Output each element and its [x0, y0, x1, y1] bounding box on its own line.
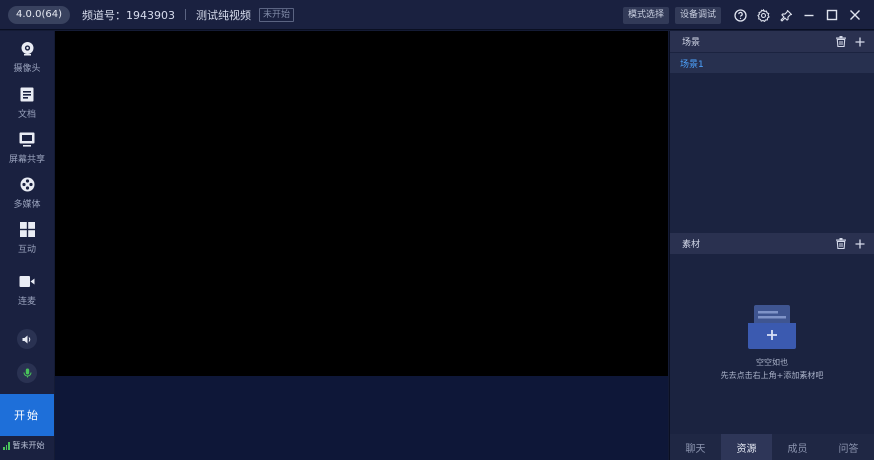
title-bar-actions: 模式选择 设备调试	[617, 0, 866, 30]
right-panel: 场景 场景1 素材 空空如也 先去点击右上角+添加素材吧 聊天 资源 成员 问答	[669, 31, 874, 460]
add-scene-plus-icon[interactable]	[855, 37, 865, 47]
scene-panel-actions	[827, 31, 865, 52]
tab-chat[interactable]: 聊天	[670, 434, 721, 460]
channel-number: 频道号：1943903	[81, 8, 175, 22]
mode-select-button[interactable]: 模式选择	[622, 6, 669, 24]
sidebar-item-co-host[interactable]: 连麦	[0, 268, 54, 312]
minimize-icon[interactable]	[798, 4, 820, 26]
microphone-button[interactable]	[17, 363, 37, 383]
close-icon[interactable]	[844, 4, 866, 26]
title-separator	[184, 9, 186, 20]
version-badge: 4.0.0(64)	[8, 5, 70, 24]
sidebar-item-document[interactable]: 文档	[0, 81, 54, 125]
settings-gear-icon[interactable]	[752, 4, 774, 26]
material-panel-header: 素材	[670, 233, 874, 254]
sidebar-item-multimedia[interactable]: 多媒体	[0, 171, 54, 215]
help-icon[interactable]	[729, 4, 751, 26]
tab-members[interactable]: 成员	[772, 434, 823, 460]
video-call-icon	[19, 273, 35, 289]
left-sidebar: 摄像头 文档 屏幕共享 多媒体 互动 连麦 开始 暂未开始	[0, 31, 54, 460]
empty-state-hint: 先去点击右上角+添加素材吧	[720, 371, 824, 380]
preview-footer-area	[55, 376, 668, 460]
scene-list-item[interactable]: 场景1	[670, 53, 874, 73]
sidebar-item-interaction[interactable]: 互动	[0, 216, 54, 260]
sidebar-item-label: 互动	[17, 245, 36, 255]
speaker-icon	[22, 335, 32, 344]
material-panel-actions	[827, 233, 865, 254]
speaker-volume-button[interactable]	[17, 329, 37, 349]
material-empty-state: 空空如也 先去点击右上角+添加素材吧	[670, 303, 874, 381]
video-preview[interactable]	[55, 31, 668, 376]
microphone-icon	[23, 368, 32, 378]
bottom-tab-bar: 聊天 资源 成员 问答	[670, 434, 874, 460]
delete-material-trash-icon[interactable]	[836, 238, 846, 249]
sidebar-item-camera[interactable]: 摄像头	[0, 35, 54, 79]
film-reel-icon	[19, 176, 35, 192]
document-icon	[19, 86, 35, 102]
scene-item-label: 场景1	[680, 59, 704, 70]
app-window: 4.0.0(64) 频道号：1943903 测试纯视频 未开始 模式选择 设备调…	[0, 0, 874, 460]
live-status-text: 暂未开始	[12, 441, 45, 450]
sidebar-item-label: 连麦	[17, 297, 36, 307]
camera-icon	[19, 40, 35, 56]
tab-resources[interactable]: 资源	[721, 434, 772, 460]
scene-panel-title: 场景	[682, 38, 701, 48]
start-live-button[interactable]: 开始	[0, 394, 54, 436]
empty-folder-icon	[748, 303, 796, 353]
live-status-tag: 未开始	[258, 7, 294, 22]
title-bar: 4.0.0(64) 频道号：1943903 测试纯视频 未开始 模式选择 设备调…	[0, 0, 874, 30]
tab-qa[interactable]: 问答	[823, 434, 874, 460]
maximize-icon[interactable]	[821, 4, 843, 26]
screen-share-icon	[19, 131, 35, 147]
live-status: 暂未开始	[3, 440, 45, 451]
signal-bars-icon	[3, 441, 11, 450]
sidebar-item-label: 文档	[17, 110, 36, 120]
sidebar-item-label: 摄像头	[13, 64, 41, 74]
grid-icon	[19, 221, 35, 237]
add-material-plus-icon[interactable]	[855, 239, 865, 249]
device-debug-button[interactable]: 设备调试	[674, 6, 721, 24]
channel-name: 测试纯视频	[195, 8, 251, 22]
delete-scene-trash-icon[interactable]	[836, 36, 846, 47]
scene-panel-header: 场景	[670, 31, 874, 52]
empty-state-title: 空空如也	[756, 358, 788, 367]
sidebar-item-label: 多媒体	[13, 200, 41, 210]
material-panel-title: 素材	[682, 240, 701, 250]
sidebar-item-label: 屏幕共享	[8, 155, 45, 165]
pin-icon[interactable]	[775, 4, 797, 26]
sidebar-item-screen-share[interactable]: 屏幕共享	[0, 126, 54, 170]
